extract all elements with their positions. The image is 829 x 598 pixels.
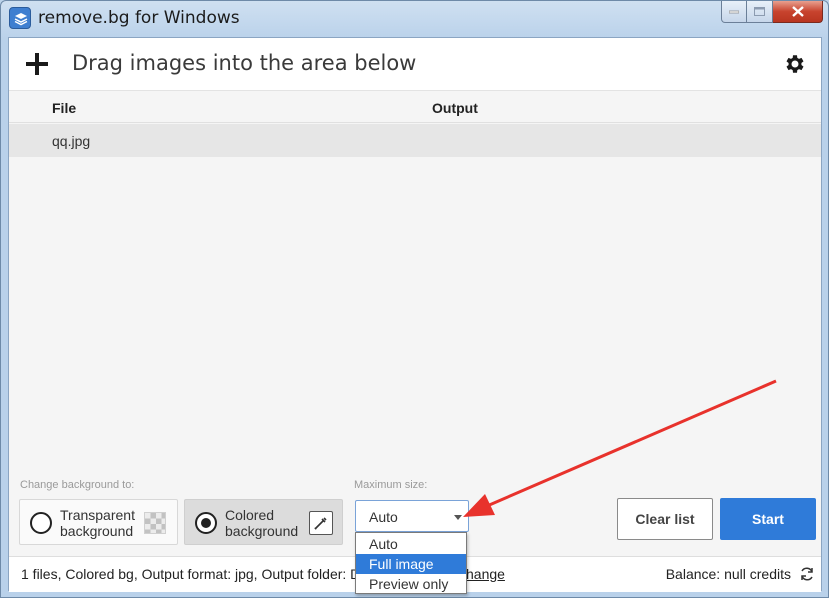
file-name-cell: qq.jpg <box>52 133 91 149</box>
maximum-size-select[interactable]: Auto <box>355 500 469 532</box>
change-background-label: Change background to: <box>20 479 135 491</box>
status-text: 1 files, Colored bg, Output format: jpg,… <box>21 566 361 582</box>
main-panel: Drag images into the area below File Out… <box>8 37 822 592</box>
window-controls <box>721 1 823 23</box>
change-folder-link[interactable]: hange <box>466 566 505 582</box>
column-header-file: File <box>52 100 77 116</box>
colored-radio[interactable] <box>195 512 217 534</box>
colored-label-line2: background <box>225 523 299 539</box>
eyedropper-icon[interactable] <box>309 511 333 535</box>
column-header-output: Output <box>432 100 478 116</box>
dropdown-option-preview-only[interactable]: Preview only <box>356 574 466 594</box>
close-icon <box>791 6 804 17</box>
maximum-size-dropdown-list: Auto Full image Preview only <box>355 532 467 594</box>
table-row[interactable]: qq.jpg <box>9 124 821 157</box>
chevron-down-icon <box>454 515 462 520</box>
transparent-label-line2: background <box>60 523 134 539</box>
colored-option-label: Colored background <box>225 507 298 539</box>
maximize-icon <box>754 7 765 16</box>
balance-text: Balance: null credits <box>665 566 791 582</box>
transparent-background-option[interactable]: Transparent background <box>19 499 178 545</box>
header-bar: Drag images into the area below <box>9 38 821 90</box>
maximize-button[interactable] <box>747 1 773 23</box>
maximum-size-value: Auto <box>369 509 398 525</box>
start-button[interactable]: Start <box>720 498 816 540</box>
title-bar[interactable]: remove.bg for Windows <box>1 1 828 37</box>
window-title: remove.bg for Windows <box>38 8 240 28</box>
gear-icon[interactable] <box>783 52 807 76</box>
clear-list-button[interactable]: Clear list <box>617 498 713 540</box>
plus-icon[interactable] <box>25 52 49 76</box>
app-window: remove.bg for Windows Drag images into t… <box>0 0 829 598</box>
minimize-icon <box>729 10 739 13</box>
colored-background-option[interactable]: Colored background <box>184 499 343 545</box>
page-title: Drag images into the area below <box>72 51 417 75</box>
table-header: File Output <box>9 91 821 123</box>
app-icon <box>9 7 31 29</box>
colored-label-line1: Colored <box>225 507 275 523</box>
transparent-option-label: Transparent background <box>60 507 135 539</box>
transparency-checker-icon <box>144 512 166 534</box>
minimize-button[interactable] <box>721 1 747 23</box>
file-table[interactable]: File Output qq.jpg <box>9 90 821 468</box>
dropdown-option-auto[interactable]: Auto <box>356 534 466 554</box>
close-button[interactable] <box>773 1 823 23</box>
maximum-size-label: Maximum size: <box>354 479 428 491</box>
dropdown-option-full-image[interactable]: Full image <box>356 554 466 574</box>
transparent-radio[interactable] <box>30 512 52 534</box>
transparent-label-line1: Transparent <box>60 507 135 523</box>
refresh-icon[interactable] <box>799 566 815 582</box>
